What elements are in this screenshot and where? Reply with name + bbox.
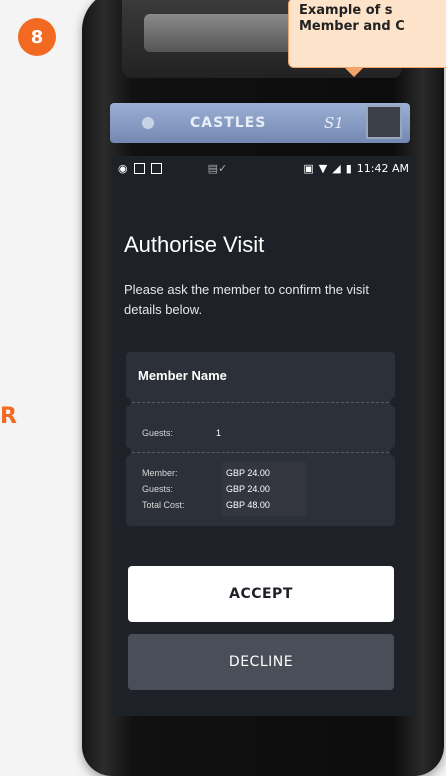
divider (132, 402, 389, 403)
status-bar: ◉ ▤✓ ▣ ▼ ◢ ▮ 11:42 AM (112, 156, 415, 180)
decline-button[interactable]: DECLINE (128, 634, 394, 690)
guests-cost-label: Guests: (142, 484, 174, 494)
total-cost-label: Total Cost: (142, 500, 185, 510)
side-letter: R (0, 404, 17, 429)
ticket-notch (121, 447, 131, 457)
brand-model: S1 (324, 114, 344, 132)
contactless-sensor-icon (366, 105, 402, 139)
step-number-badge: 8 (18, 18, 56, 56)
member-cost-value: GBP 24.00 (226, 468, 270, 478)
visit-details-card: Member Name Guests: 1 Member: GBP 24.00 … (121, 352, 400, 526)
wifi-icon: ▼ (318, 161, 328, 175)
total-cost-value: GBP 48.00 (226, 500, 270, 510)
ticket-notch (121, 397, 131, 407)
app-icon (133, 162, 145, 174)
callout-pointer (344, 67, 364, 77)
ticket-notch (390, 397, 400, 407)
device-screen: ◉ ▤✓ ▣ ▼ ◢ ▮ 11:42 AM Authorise Visit Pl… (112, 156, 415, 716)
guests-count: 1 (216, 428, 222, 438)
led-indicator-icon (142, 117, 154, 129)
status-icons: ▣ ▼ ◢ ▮ 11:42 AM (303, 162, 409, 175)
eye-icon: ◉ (118, 161, 128, 175)
battery-icon: ▮ (345, 161, 352, 175)
callout-note: Example of s Member and C (288, 0, 446, 68)
callout-line-1: Example of s (299, 3, 393, 18)
brand-bar: CASTLES S1 (110, 103, 410, 143)
accept-button[interactable]: ACCEPT (128, 566, 394, 622)
guests-label: Guests: (142, 428, 174, 438)
signal-icon: ◢ (332, 161, 341, 175)
member-name: Member Name (138, 368, 227, 383)
member-cost-label: Member: (142, 468, 178, 478)
divider (132, 452, 389, 453)
status-time: 11:42 AM (356, 161, 409, 175)
ticket-notch (390, 447, 400, 457)
page-subtitle: Please ask the member to confirm the vis… (124, 282, 369, 317)
brand-name: CASTLES (190, 115, 267, 131)
vibrate-icon: ▤✓ (207, 161, 228, 175)
app-icon (150, 162, 162, 174)
callout-line-2: Member and C (299, 19, 405, 34)
sim-icon: ▣ (303, 161, 314, 175)
page-title: Authorise Visit (124, 232, 265, 257)
guests-cost-value: GBP 24.00 (226, 484, 270, 494)
